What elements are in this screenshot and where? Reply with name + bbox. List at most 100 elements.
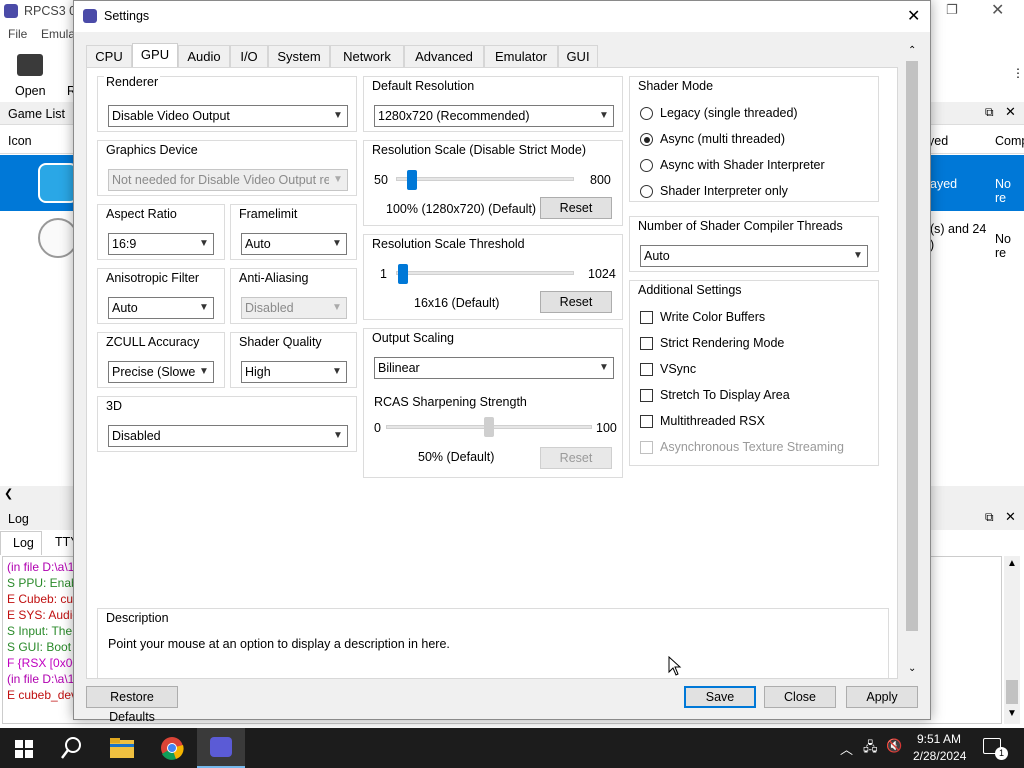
chevron-down-icon: ▼ (328, 298, 346, 318)
close-dialog-icon[interactable]: ✕ (907, 6, 920, 26)
menu-emulation[interactable]: Emula (41, 27, 75, 41)
anisotropic-label: Anisotropic Filter (104, 271, 202, 285)
default-resolution-value: 1280x720 (Recommended) (378, 109, 530, 123)
scroll-up-icon[interactable]: ▲ (1007, 558, 1017, 569)
stretch-display-label[interactable]: Stretch To Display Area (660, 388, 790, 402)
tab-log[interactable]: Log (0, 531, 42, 555)
async-texture-streaming-label[interactable]: Asynchronous Texture Streaming (660, 440, 844, 454)
file-explorer-icon[interactable] (110, 738, 134, 758)
column-played[interactable]: yed (928, 134, 948, 148)
checkbox-stretch-display[interactable] (640, 389, 653, 402)
chevron-down-icon: ▼ (195, 362, 213, 382)
default-resolution-group: Default Resolution 1280x720 (Recommended… (363, 76, 623, 132)
chevron-down-icon: ▼ (329, 106, 347, 126)
search-icon[interactable] (61, 736, 83, 760)
output-scaling-select[interactable]: Bilinear ▼ (374, 357, 614, 379)
checkbox-vsync[interactable] (640, 363, 653, 376)
close-button[interactable]: Close (764, 686, 836, 708)
shader-quality-select[interactable]: High ▼ (241, 361, 347, 383)
camera-icon[interactable] (17, 54, 43, 76)
output-scaling-group: Output Scaling Bilinear ▼ RCAS Sharpening… (363, 328, 623, 478)
res-threshold-reset-button[interactable]: Reset (540, 291, 612, 313)
radio-async-label[interactable]: Async (multi threaded) (660, 132, 785, 146)
taskbar: ︿ 🖧 🔇 9:51 AM 2/28/2024 1 (0, 728, 1024, 768)
close-panel-icon[interactable]: ✕ (1005, 104, 1016, 120)
vsync-label[interactable]: VSync (660, 362, 696, 376)
radio-async-interpreter-label[interactable]: Async with Shader Interpreter (660, 158, 825, 172)
compiler-threads-select[interactable]: Auto ▼ (640, 245, 868, 267)
radio-interpreter-only[interactable] (640, 185, 653, 198)
res-scale-track[interactable] (396, 177, 574, 181)
chevron-up-icon[interactable]: ︿ (840, 739, 853, 758)
scroll-thumb[interactable] (906, 61, 918, 631)
tab-gpu[interactable]: GPU (132, 43, 178, 68)
anisotropic-select[interactable]: Auto ▼ (108, 297, 214, 319)
rcas-reset-button[interactable]: Reset (540, 447, 612, 469)
dialog-scrollbar[interactable]: ⌃ ⌄ (904, 45, 920, 679)
res-scale-reset-button[interactable]: Reset (540, 197, 612, 219)
scroll-down-icon[interactable]: ⌄ (908, 663, 916, 674)
zcull-select[interactable]: Precise (Slowest ▼ (108, 361, 214, 383)
framelimit-select[interactable]: Auto ▼ (241, 233, 347, 255)
volume-icon[interactable]: 🔇 (886, 738, 902, 754)
scroll-up-icon[interactable]: ⌃ (908, 45, 916, 56)
rpcs3-taskbar-button[interactable] (197, 728, 245, 768)
close-window-icon[interactable]: ✕ (991, 0, 1004, 20)
radio-legacy[interactable] (640, 107, 653, 120)
graphics-device-select[interactable]: Not needed for Disable Video Output ren ▼ (108, 169, 348, 191)
scroll-left-icon[interactable]: ❮ (4, 487, 13, 500)
scroll-thumb[interactable] (1006, 680, 1018, 704)
tab-network[interactable]: Network (330, 45, 404, 67)
tab-system[interactable]: System (268, 45, 330, 67)
float-panel-icon[interactable]: ⧉ (985, 105, 994, 120)
strict-rendering-label[interactable]: Strict Rendering Mode (660, 336, 784, 350)
windows-start-icon[interactable] (15, 740, 33, 758)
clock-date[interactable]: 2/28/2024 (913, 749, 966, 763)
scroll-down-icon[interactable]: ▼ (1007, 708, 1017, 719)
tab-io[interactable]: I/O (230, 45, 268, 67)
radio-interpreter-only-label[interactable]: Shader Interpreter only (660, 184, 788, 198)
column-icon[interactable]: Icon (8, 134, 32, 148)
save-button[interactable]: Save (684, 686, 756, 708)
restore-defaults-button[interactable]: Restore Defaults (86, 686, 178, 724)
network-icon[interactable]: 🖧 (863, 738, 878, 760)
tab-advanced[interactable]: Advanced (404, 45, 484, 67)
restore-window-icon[interactable]: ❐ (946, 2, 958, 18)
chevron-down-icon: ▼ (595, 358, 613, 378)
tab-emulator[interactable]: Emulator (484, 45, 558, 67)
row-played: ayed (930, 177, 958, 191)
anti-aliasing-select[interactable]: Disabled ▼ (241, 297, 347, 319)
checkbox-multithreaded-rsx[interactable] (640, 415, 653, 428)
radio-async-interpreter[interactable] (640, 159, 653, 172)
checkbox-strict-rendering[interactable] (640, 337, 653, 350)
default-resolution-select[interactable]: 1280x720 (Recommended) ▼ (374, 105, 614, 127)
menu-file[interactable]: File (8, 27, 27, 41)
res-threshold-track[interactable] (396, 271, 574, 275)
float-panel-icon[interactable]: ⧉ (985, 510, 994, 525)
res-threshold-label: Resolution Scale Threshold (370, 237, 527, 251)
renderer-select[interactable]: Disable Video Output ▼ (108, 105, 348, 127)
3d-select[interactable]: Disabled ▼ (108, 425, 348, 447)
chrome-icon[interactable] (160, 736, 184, 760)
write-color-buffers-label[interactable]: Write Color Buffers (660, 310, 765, 324)
close-panel-icon[interactable]: ✕ (1005, 509, 1016, 525)
res-scale-slider[interactable] (407, 170, 417, 190)
checkbox-write-color-buffers[interactable] (640, 311, 653, 324)
clock-time[interactable]: 9:51 AM (917, 732, 961, 746)
res-threshold-slider[interactable] (398, 264, 408, 284)
log-scrollbar[interactable]: ▲ ▼ (1004, 556, 1020, 724)
tab-cpu[interactable]: CPU (86, 45, 132, 67)
tab-audio[interactable]: Audio (178, 45, 230, 67)
rcas-min: 0 (374, 421, 381, 435)
column-compatibility[interactable]: Comp (995, 134, 1024, 148)
toolbar-open[interactable]: Open (15, 84, 46, 98)
apply-button[interactable]: Apply (846, 686, 918, 708)
radio-async[interactable] (640, 133, 653, 146)
multithreaded-rsx-label[interactable]: Multithreaded RSX (660, 414, 765, 428)
more-icon[interactable]: ⋮ (1012, 66, 1024, 80)
checkbox-async-texture-streaming[interactable] (640, 441, 653, 454)
radio-legacy-label[interactable]: Legacy (single threaded) (660, 106, 798, 120)
rcas-slider[interactable] (484, 417, 494, 437)
aspect-ratio-select[interactable]: 16:9 ▼ (108, 233, 214, 255)
tab-gui[interactable]: GUI (558, 45, 598, 67)
